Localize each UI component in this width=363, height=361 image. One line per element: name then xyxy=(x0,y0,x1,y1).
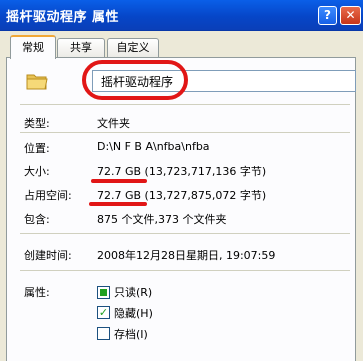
general-tab-panel xyxy=(6,57,356,361)
size-value: 72.7 GB (13,723,717,136 字节) xyxy=(97,165,267,178)
tab-general[interactable]: 常规 xyxy=(10,35,56,59)
location-label: 位置: xyxy=(24,142,50,155)
contains-value: 875 个文件,373 个文件夹 xyxy=(97,213,227,226)
annotation-underline xyxy=(89,202,147,206)
separator xyxy=(20,270,350,271)
created-value: 2008年12月28日星期日, 19:07:59 xyxy=(97,249,276,262)
type-value: 文件夹 xyxy=(97,117,130,130)
location-value: D:\N F B A\nfba\nfba xyxy=(97,140,210,153)
close-button[interactable]: ✕ xyxy=(340,6,361,25)
attributes-label: 属性: xyxy=(24,286,50,299)
annotation-oval xyxy=(82,60,188,100)
tab-sharing[interactable]: 共享 xyxy=(57,38,105,57)
title-bar: 摇杆驱动程序 属性 ? ✕ xyxy=(0,0,363,31)
separator xyxy=(20,233,350,234)
size-label: 大小: xyxy=(24,165,50,178)
help-button[interactable]: ? xyxy=(318,6,337,25)
archive-checkbox[interactable] xyxy=(97,327,110,340)
hidden-checkbox[interactable]: ✓ xyxy=(97,306,110,319)
created-label: 创建时间: xyxy=(24,249,72,262)
hidden-checkbox-label[interactable]: 隐藏(H) xyxy=(114,305,153,321)
readonly-checkbox[interactable] xyxy=(97,286,110,299)
size-on-disk-value: 72.7 GB (13,727,875,072 字节) xyxy=(97,189,267,202)
annotation-underline xyxy=(91,179,147,183)
contains-label: 包含: xyxy=(24,213,50,226)
folder-icon xyxy=(26,74,48,90)
tab-customize[interactable]: 自定义 xyxy=(107,38,159,57)
separator xyxy=(20,132,350,133)
window-title: 摇杆驱动程序 属性 xyxy=(6,10,120,25)
separator xyxy=(20,104,350,105)
size-on-disk-label: 占用空间: xyxy=(24,189,72,202)
type-label: 类型: xyxy=(24,117,50,130)
archive-checkbox-label[interactable]: 存档(I) xyxy=(114,326,148,342)
readonly-checkbox-label[interactable]: 只读(R) xyxy=(114,284,152,300)
